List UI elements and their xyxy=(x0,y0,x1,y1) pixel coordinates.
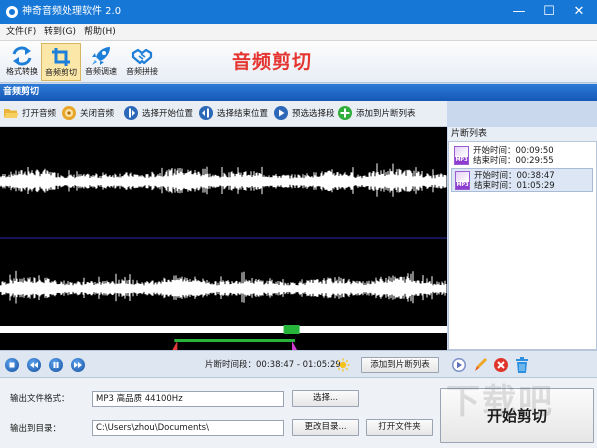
tool-audio-speed[interactable]: 音频调速 xyxy=(81,43,121,81)
playback-bar: 片断时间段：00:38:47 - 01:05:29 添加到片断列表 xyxy=(0,350,597,378)
minimize-button[interactable]: — xyxy=(507,2,531,22)
action-label: 选择开始位置 xyxy=(142,109,194,119)
start-cut-button[interactable]: 开始剪切 xyxy=(440,388,594,443)
clip-end-time: 结束时间：01:05:29 xyxy=(474,181,555,191)
clip-list[interactable]: MP3 开始时间：00:09:50 结束时间：00:29:55 MP3 开始时间… xyxy=(448,141,597,350)
waveform-trace xyxy=(0,163,447,197)
mp3-file-icon: MP3 xyxy=(454,146,469,165)
fast-forward-icon xyxy=(74,362,82,368)
menu-goto[interactable]: 转到(G) xyxy=(44,26,76,39)
output-format-field[interactable]: MP3 高品质 44100Hz xyxy=(92,391,284,407)
rewind-icon xyxy=(30,362,38,368)
segment-time: 片断时间段：00:38:47 - 01:05:29 xyxy=(205,360,341,370)
sun-icon xyxy=(336,358,350,372)
pause-icon xyxy=(53,362,59,368)
rewind-button[interactable] xyxy=(27,358,41,372)
play-segment-icon[interactable] xyxy=(451,357,467,373)
tool-audio-join[interactable]: 音频拼接 xyxy=(122,43,162,81)
end-marker-icon xyxy=(199,106,213,120)
selection-range xyxy=(174,339,295,342)
preview-selection-button[interactable]: 预选选择段 xyxy=(273,105,335,123)
pause-button[interactable] xyxy=(49,358,63,372)
close-button[interactable]: ✕ xyxy=(567,2,591,22)
title-bar: 神奇音频处理软件 2.0 — ☐ ✕ xyxy=(0,0,597,24)
stop-button[interactable] xyxy=(5,358,19,372)
panel-header: 音频剪切 xyxy=(0,84,597,101)
clip-start-time: 开始时间：00:38:47 xyxy=(474,171,555,181)
section-heading: 音频剪切 xyxy=(232,51,313,73)
clip-start-time: 开始时间：00:09:50 xyxy=(473,146,554,156)
fast-forward-button[interactable] xyxy=(71,358,85,372)
edit-pencil-icon[interactable] xyxy=(472,356,488,374)
clip-list-item[interactable]: MP3 开始时间：00:38:47 结束时间：01:05:29 xyxy=(451,168,593,192)
change-dir-button[interactable]: 更改目录... xyxy=(292,419,359,436)
output-dir-label: 输出到目录： xyxy=(10,424,62,434)
mp3-file-icon: MP3 xyxy=(455,171,470,190)
action-label: 关闭音频 xyxy=(80,109,115,119)
waveform-trace xyxy=(0,270,447,304)
rocket-icon xyxy=(92,47,110,65)
action-label: 选择结束位置 xyxy=(217,109,269,119)
action-label: 打开音频 xyxy=(22,109,57,119)
select-start-button[interactable]: 选择开始位置 xyxy=(123,105,193,123)
delete-x-icon[interactable] xyxy=(493,357,509,373)
select-format-button[interactable]: 选择... xyxy=(292,390,359,407)
convert-arrows-icon xyxy=(12,46,32,66)
tool-audio-cut[interactable]: 音频剪切 xyxy=(41,43,81,81)
timeline-track[interactable] xyxy=(0,326,447,333)
open-folder-button[interactable]: 打开文件夹 xyxy=(366,419,433,436)
output-format-label: 输出文件格式： xyxy=(10,394,70,404)
close-audio-icon xyxy=(62,106,76,120)
app-icon xyxy=(6,6,18,18)
playhead-handle[interactable] xyxy=(283,325,300,334)
menu-bar: 文件(F) 转到(G) 帮助(H) xyxy=(0,24,597,41)
waveform-channel-left xyxy=(0,163,447,197)
preview-icon xyxy=(274,106,288,120)
selection-start-marker[interactable] xyxy=(172,341,178,350)
clip-end-time: 结束时间：00:29:55 xyxy=(473,156,554,166)
clip-list-title: 片断列表 xyxy=(448,127,597,141)
add-to-list-button[interactable]: 添加到片断列表 xyxy=(337,105,416,123)
window-title: 神奇音频处理软件 2.0 xyxy=(22,6,122,17)
waveform-channel-right xyxy=(0,270,447,304)
handshake-icon xyxy=(131,48,153,65)
action-bar: 打开音频 关闭音频 选择开始位置 选择结束位置 预选选择段 添加到片断列表 xyxy=(0,101,447,127)
waveform-canvas[interactable] xyxy=(0,127,447,350)
menu-file[interactable]: 文件(F) xyxy=(6,26,36,39)
trash-icon[interactable] xyxy=(514,356,530,374)
maximize-button[interactable]: ☐ xyxy=(537,2,561,22)
output-dir-field[interactable]: C:\Users\zhou\Documents\ xyxy=(92,420,284,436)
selection-end-marker[interactable] xyxy=(292,341,298,350)
add-to-clip-list-button[interactable]: 添加到片断列表 xyxy=(361,357,439,373)
menu-help[interactable]: 帮助(H) xyxy=(84,26,116,39)
clip-list-item[interactable]: MP3 开始时间：00:09:50 结束时间：00:29:55 xyxy=(451,144,593,168)
folder-open-icon xyxy=(4,109,19,118)
waveform-view[interactable] xyxy=(0,127,447,350)
stop-icon xyxy=(9,362,15,368)
select-end-button[interactable]: 选择结束位置 xyxy=(198,105,268,123)
start-marker-icon xyxy=(124,106,138,120)
open-audio-button[interactable]: 打开音频 xyxy=(3,105,56,123)
tool-format-convert[interactable]: 格式转换 xyxy=(2,43,42,81)
action-label: 预选选择段 xyxy=(292,109,335,119)
action-label: 添加到片断列表 xyxy=(356,109,416,119)
add-plus-icon xyxy=(338,106,352,120)
crop-icon xyxy=(52,48,70,66)
tool-label: 音频拼接 xyxy=(126,67,158,76)
close-audio-button[interactable]: 关闭音频 xyxy=(61,105,114,123)
